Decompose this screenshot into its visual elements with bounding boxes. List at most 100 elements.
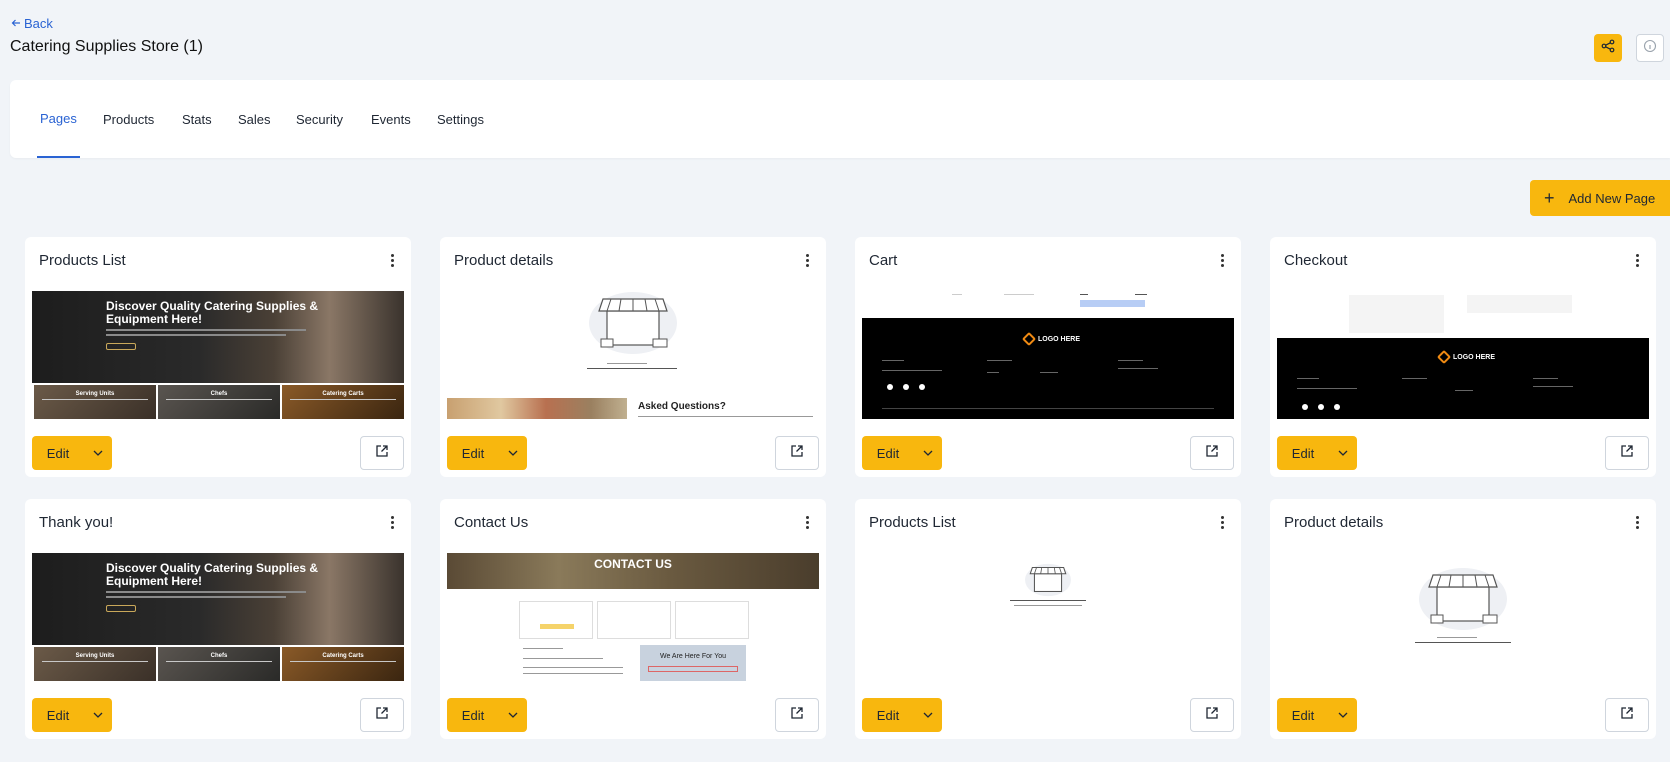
page-card-cart: Cart LOGO HERE Edit — [855, 237, 1241, 477]
share-button[interactable] — [1594, 34, 1622, 62]
tab-sales[interactable]: Sales — [235, 80, 274, 158]
page-card-products-list-2: Products List Edit — [855, 499, 1241, 739]
chevron-down-icon[interactable] — [499, 436, 527, 470]
thumb-logo-text: LOGO HERE — [1038, 335, 1081, 343]
add-new-page-label: Add New Page — [1568, 190, 1656, 206]
edit-label: Edit — [1291, 707, 1315, 723]
tabs-bar: Pages Products Stats Sales Security Even… — [10, 80, 1670, 158]
back-link[interactable]: Back — [11, 16, 53, 31]
tab-events[interactable]: Events — [368, 80, 414, 158]
chevron-down-icon[interactable] — [914, 698, 942, 732]
tab-stats[interactable]: Stats — [179, 80, 215, 158]
edit-button[interactable]: Edit — [447, 436, 527, 470]
edit-label: Edit — [876, 707, 900, 723]
add-new-page-button[interactable]: + Add New Page — [1530, 180, 1670, 216]
page-thumbnail: Discover Quality Catering Supplies & Equ… — [32, 553, 404, 681]
more-options-icon[interactable] — [802, 513, 812, 531]
more-options-icon[interactable] — [802, 251, 812, 269]
card-title: Cart — [869, 252, 898, 269]
more-options-icon[interactable] — [1217, 513, 1227, 531]
edit-label: Edit — [46, 707, 70, 723]
external-link-icon — [375, 444, 389, 463]
info-icon — [1643, 39, 1657, 58]
tab-products[interactable]: Products — [100, 80, 157, 158]
tab-security[interactable]: Security — [293, 80, 346, 158]
chevron-down-icon[interactable] — [499, 698, 527, 732]
open-external-button[interactable] — [1190, 698, 1234, 732]
more-options-icon[interactable] — [387, 513, 397, 531]
chevron-down-icon[interactable] — [84, 436, 112, 470]
page-thumbnail: CONTACT US We Are Here For You — [447, 553, 819, 681]
thumb-hero-heading: Discover Quality Catering Supplies & Equ… — [106, 561, 319, 588]
page-card-checkout: Checkout LOGO HERE Edit — [1270, 237, 1656, 477]
card-title: Products List — [39, 252, 126, 269]
chevron-down-icon[interactable] — [1329, 698, 1357, 732]
thumb-tile-label: Chefs — [210, 653, 228, 659]
thumb-faq-heading: Asked Questions? — [638, 401, 726, 412]
external-link-icon — [790, 706, 804, 725]
store-illustration-icon — [1025, 563, 1071, 597]
thumb-tile-label: Serving Units — [75, 653, 115, 659]
open-external-button[interactable] — [775, 698, 819, 732]
thumb-tile-label: Catering Carts — [322, 653, 364, 659]
store-illustration-icon — [1419, 568, 1507, 630]
external-link-icon — [1620, 706, 1634, 725]
edit-button[interactable]: Edit — [1277, 698, 1357, 732]
page-thumbnail — [862, 553, 1234, 681]
thumb-logo-text: LOGO HERE — [1453, 353, 1496, 361]
external-link-icon — [375, 706, 389, 725]
card-title: Checkout — [1284, 252, 1348, 269]
edit-label: Edit — [461, 707, 485, 723]
thumb-contact-help: We Are Here For You — [659, 653, 727, 660]
more-options-icon[interactable] — [387, 251, 397, 269]
page-thumbnail: LOGO HERE — [1277, 291, 1649, 419]
edit-button[interactable]: Edit — [447, 698, 527, 732]
edit-label: Edit — [1291, 445, 1315, 461]
open-external-button[interactable] — [1605, 436, 1649, 470]
external-link-icon — [1205, 444, 1219, 463]
edit-label: Edit — [876, 445, 900, 461]
chevron-down-icon[interactable] — [84, 698, 112, 732]
open-external-button[interactable] — [360, 698, 404, 732]
chevron-down-icon[interactable] — [914, 436, 942, 470]
open-external-button[interactable] — [360, 436, 404, 470]
page-thumbnail: LOGO HERE — [862, 291, 1234, 419]
external-link-icon — [1620, 444, 1634, 463]
arrow-left-icon — [11, 16, 21, 31]
card-title: Product details — [454, 252, 554, 269]
chevron-down-icon[interactable] — [1329, 436, 1357, 470]
page-card-contact-us: Contact Us CONTACT US We Are Here For Yo… — [440, 499, 826, 739]
store-illustration-icon — [589, 292, 677, 354]
page-card-thank-you: Thank you! Discover Quality Catering Sup… — [25, 499, 411, 739]
page-card-products-list: Products List Discover Quality Catering … — [25, 237, 411, 477]
more-options-icon[interactable] — [1632, 251, 1642, 269]
thumb-tile-label: Serving Units — [75, 391, 115, 397]
card-title: Thank you! — [39, 514, 114, 531]
edit-button[interactable]: Edit — [862, 698, 942, 732]
card-title: Contact Us — [454, 514, 529, 531]
edit-button[interactable]: Edit — [32, 436, 112, 470]
back-label: Back — [24, 16, 53, 31]
open-external-button[interactable] — [1605, 698, 1649, 732]
more-options-icon[interactable] — [1217, 251, 1227, 269]
thumb-tile-label: Chefs — [210, 391, 228, 397]
page-card-product-details: Product details Asked Questions? Edit — [440, 237, 826, 477]
more-options-icon[interactable] — [1632, 513, 1642, 531]
edit-label: Edit — [461, 445, 485, 461]
info-button[interactable] — [1636, 34, 1664, 62]
thumb-hero-heading: Discover Quality Catering Supplies & Equ… — [106, 299, 319, 326]
card-title: Products List — [869, 514, 956, 531]
tab-settings[interactable]: Settings — [434, 80, 487, 158]
edit-button[interactable]: Edit — [862, 436, 942, 470]
page-thumbnail: Asked Questions? — [447, 291, 819, 419]
tab-pages[interactable]: Pages — [37, 80, 80, 158]
page-card-product-details-2: Product details Edit — [1270, 499, 1656, 739]
share-icon — [1601, 39, 1615, 58]
open-external-button[interactable] — [775, 436, 819, 470]
page-thumbnail — [1277, 553, 1649, 681]
edit-button[interactable]: Edit — [32, 698, 112, 732]
page-title: Catering Supplies Store (1) — [10, 38, 203, 55]
page-thumbnail: Discover Quality Catering Supplies & Equ… — [32, 291, 404, 419]
open-external-button[interactable] — [1190, 436, 1234, 470]
edit-button[interactable]: Edit — [1277, 436, 1357, 470]
